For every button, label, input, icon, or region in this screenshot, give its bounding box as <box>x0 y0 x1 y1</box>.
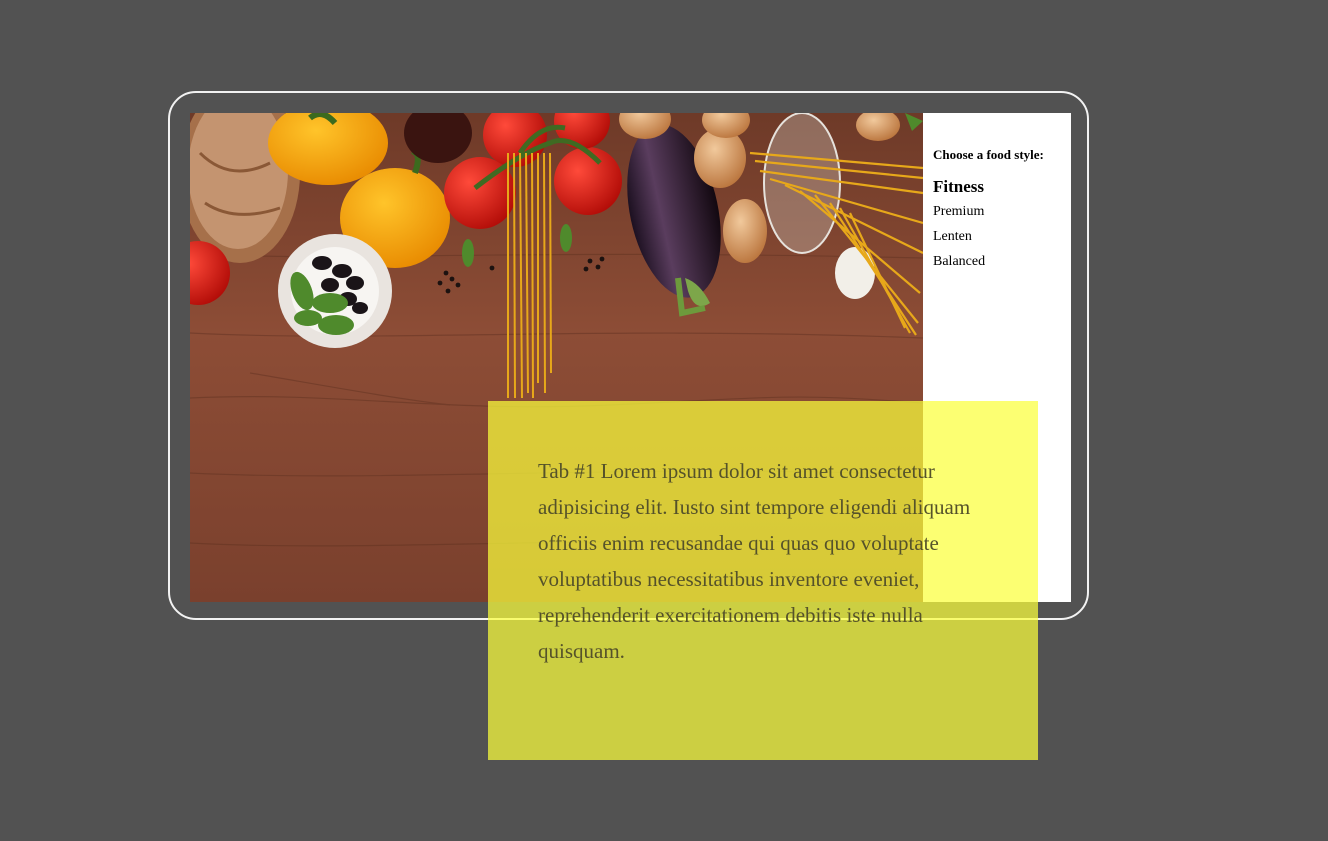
food-style-item-lenten[interactable]: Lenten <box>933 224 1071 249</box>
tab-content-panel: Tab #1 Lorem ipsum dolor sit amet consec… <box>488 401 1038 760</box>
sidebar-heading: Choose a food style: <box>933 147 1044 162</box>
food-style-item-fitness[interactable]: Fitness <box>933 175 1071 199</box>
food-style-item-premium[interactable]: Premium <box>933 199 1071 224</box>
food-style-menu: Fitness Premium Lenten Balanced <box>933 175 1071 274</box>
tab-content-text: Tab #1 Lorem ipsum dolor sit amet consec… <box>538 459 971 663</box>
food-style-item-balanced[interactable]: Balanced <box>933 249 1071 274</box>
